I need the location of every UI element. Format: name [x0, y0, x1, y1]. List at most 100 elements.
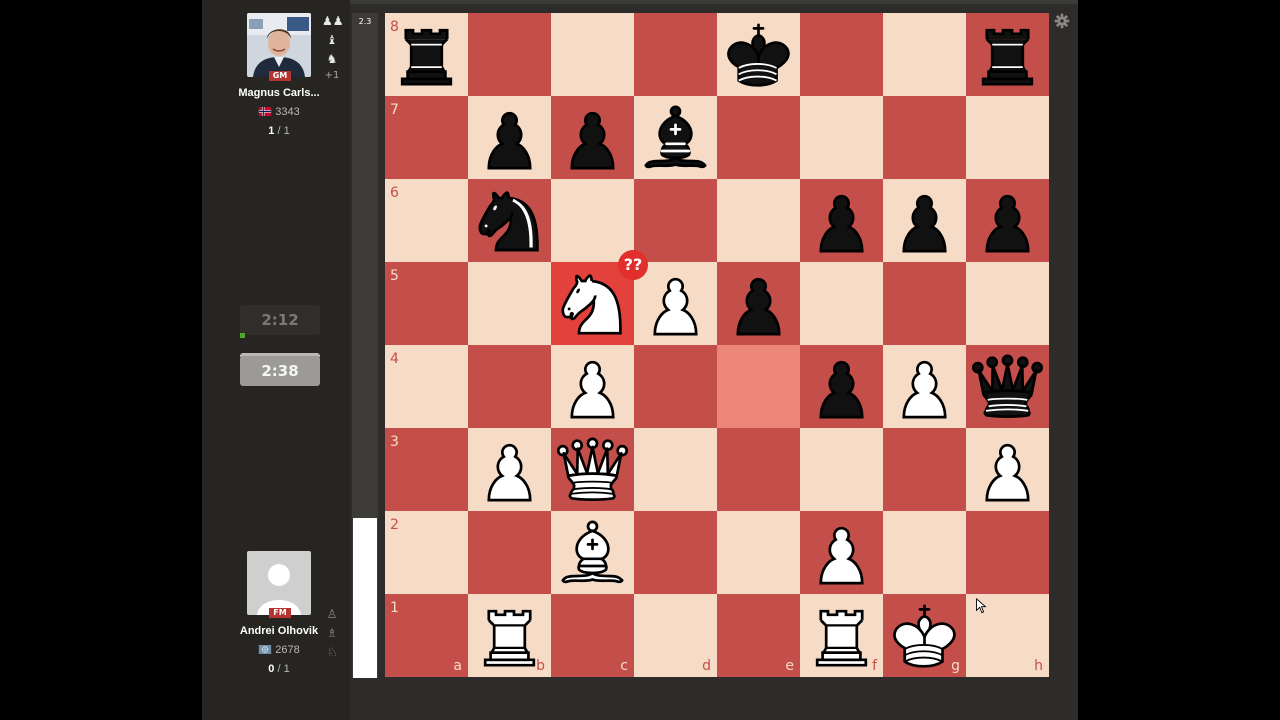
square-b5[interactable]	[468, 262, 551, 345]
square-b1[interactable]: b	[468, 594, 551, 677]
square-a5[interactable]: 5	[385, 262, 468, 345]
square-d1[interactable]: d	[634, 594, 717, 677]
square-h7[interactable]	[966, 96, 1049, 179]
square-e6[interactable]	[717, 179, 800, 262]
file-label-f: f	[872, 658, 877, 674]
bottom-player-avatar[interactable]	[247, 551, 311, 615]
square-c8[interactable]	[551, 13, 634, 96]
square-f5[interactable]	[800, 262, 883, 345]
square-e4[interactable]	[717, 345, 800, 428]
file-label-h: h	[1034, 658, 1043, 674]
bishop-icon: ♝	[326, 33, 338, 47]
square-a4[interactable]: 4	[385, 345, 468, 428]
rank-label-2: 2	[390, 517, 399, 533]
black-pawn-icon	[736, 277, 781, 336]
bottom-player-title-badge: FM	[269, 608, 291, 618]
square-h6[interactable]	[966, 179, 1049, 262]
square-c7[interactable]	[551, 96, 634, 179]
black-pawn-icon	[570, 111, 615, 170]
square-e2[interactable]	[717, 511, 800, 594]
file-label-e: e	[785, 658, 794, 674]
blunder-badge: ??	[618, 250, 648, 280]
clock-time-bar	[240, 333, 245, 338]
square-b4[interactable]	[468, 345, 551, 428]
black-king-icon	[727, 23, 790, 87]
black-pawn-icon	[985, 194, 1030, 253]
square-h8[interactable]	[966, 13, 1049, 96]
norway-flag-icon	[259, 107, 272, 116]
square-h3[interactable]	[966, 428, 1049, 511]
square-d2[interactable]	[634, 511, 717, 594]
file-label-b: b	[536, 658, 545, 674]
square-e3[interactable]	[717, 428, 800, 511]
top-player-avatar[interactable]	[247, 13, 311, 77]
square-d8[interactable]	[634, 13, 717, 96]
square-a3[interactable]: 3	[385, 428, 468, 511]
square-e5[interactable]	[717, 262, 800, 345]
gear-icon[interactable]	[1054, 13, 1070, 29]
square-b2[interactable]	[468, 511, 551, 594]
top-player-rating-row: 3343	[205, 106, 353, 118]
square-f4[interactable]	[800, 345, 883, 428]
square-e7[interactable]	[717, 96, 800, 179]
square-b3[interactable]	[468, 428, 551, 511]
square-a2[interactable]: 2	[385, 511, 468, 594]
square-h4[interactable]	[966, 345, 1049, 428]
square-a6[interactable]: 6	[385, 179, 468, 262]
square-c3[interactable]	[551, 428, 634, 511]
square-d5[interactable]	[634, 262, 717, 345]
pawn-icon: ♙	[326, 607, 338, 621]
square-c4[interactable]	[551, 345, 634, 428]
top-player-score: 1 / 1	[205, 125, 353, 137]
file-label-d: d	[702, 658, 711, 674]
square-b7[interactable]	[468, 96, 551, 179]
black-pawn-icon	[819, 194, 864, 253]
square-c2[interactable]	[551, 511, 634, 594]
black-knight-icon	[478, 191, 539, 252]
square-d3[interactable]	[634, 428, 717, 511]
square-c6[interactable]	[551, 179, 634, 262]
chess-board[interactable]: 8 7 6 5 ?? 4 3 2 1 a b c d e f g h	[385, 13, 1049, 677]
square-g1[interactable]: g	[883, 594, 966, 677]
square-b6[interactable]	[468, 179, 551, 262]
square-g7[interactable]	[883, 96, 966, 179]
square-a7[interactable]: 7	[385, 96, 468, 179]
rank-label-3: 3	[390, 434, 399, 450]
square-f8[interactable]	[800, 13, 883, 96]
top-player-name[interactable]: Magnus Carls...	[205, 87, 353, 99]
square-f3[interactable]	[800, 428, 883, 511]
square-a8[interactable]: 8	[385, 13, 468, 96]
black-rook-icon	[981, 28, 1034, 86]
square-c1[interactable]: c	[551, 594, 634, 677]
file-label-a: a	[453, 658, 462, 674]
square-a1[interactable]: 1a	[385, 594, 468, 677]
square-f1[interactable]: f	[800, 594, 883, 677]
bottom-player-score-sep: /	[274, 663, 284, 675]
square-g6[interactable]	[883, 179, 966, 262]
square-g3[interactable]	[883, 428, 966, 511]
square-g8[interactable]	[883, 13, 966, 96]
top-player-title-badge: GM	[269, 71, 291, 81]
square-d7[interactable]	[634, 96, 717, 179]
square-h2[interactable]	[966, 511, 1049, 594]
rank-label-8: 8	[390, 19, 399, 35]
square-c5[interactable]: ??	[551, 250, 648, 345]
square-d6[interactable]	[634, 179, 717, 262]
square-h5[interactable]	[966, 262, 1049, 345]
square-g4[interactable]	[883, 345, 966, 428]
white-pawn-icon	[487, 443, 532, 502]
black-pawn-icon	[819, 360, 864, 419]
square-g2[interactable]	[883, 511, 966, 594]
bishop-icon: ♗	[326, 626, 338, 640]
square-f6[interactable]	[800, 179, 883, 262]
square-d4[interactable]	[634, 345, 717, 428]
square-e1[interactable]: e	[717, 594, 800, 677]
square-g5[interactable]	[883, 262, 966, 345]
square-f2[interactable]	[800, 511, 883, 594]
black-pawn-icon	[902, 194, 947, 253]
bottom-player-score: 0 / 1	[205, 663, 353, 675]
knight-icon: ♞	[326, 52, 338, 66]
square-b8[interactable]	[468, 13, 551, 96]
square-f7[interactable]	[800, 96, 883, 179]
square-e8[interactable]	[717, 13, 800, 96]
